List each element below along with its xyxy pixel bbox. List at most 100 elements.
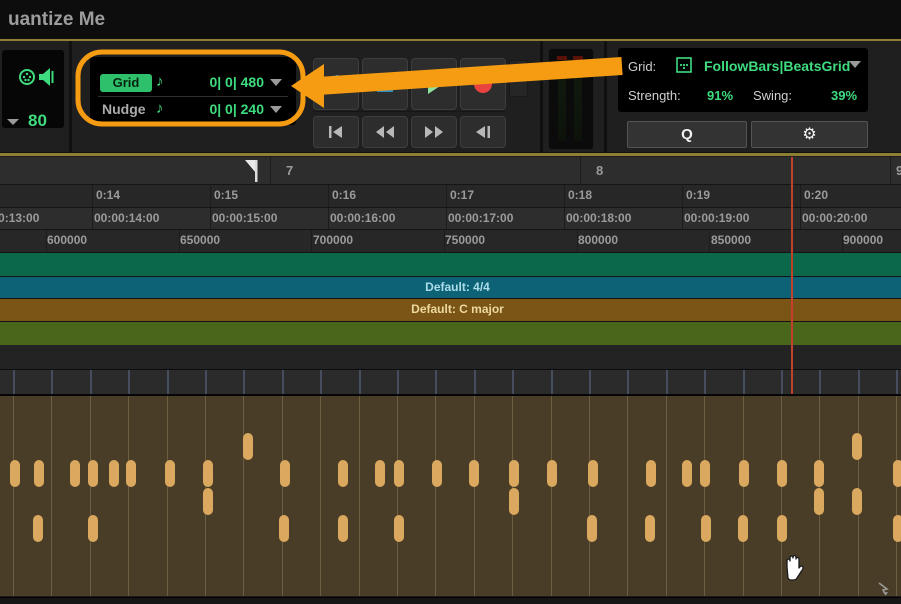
nudge-note-icon[interactable]: ♪	[156, 100, 164, 117]
ruler-tick	[92, 208, 93, 229]
quantize-button[interactable]: Q	[627, 121, 747, 148]
meter-lane-default-label: Default: 4/4	[0, 280, 901, 294]
midi-note[interactable]	[777, 460, 787, 487]
midi-note[interactable]	[34, 460, 44, 487]
ruler-tick	[564, 208, 565, 229]
midi-note[interactable]	[10, 460, 20, 487]
playhead-cursor[interactable]	[791, 157, 793, 394]
midi-note[interactable]	[588, 460, 598, 487]
midi-note[interactable]	[280, 460, 290, 487]
play-button[interactable]	[411, 58, 457, 110]
midi-note[interactable]	[587, 515, 597, 542]
song-start-marker-icon[interactable]	[244, 159, 260, 183]
minutes-seconds-ruler[interactable]: 0:140:150:160:170:180:190:20	[0, 185, 901, 208]
tempo-value[interactable]: 80	[28, 111, 47, 128]
midi-note[interactable]	[338, 515, 348, 542]
midi-note[interactable]	[852, 433, 862, 460]
midi-note[interactable]	[509, 460, 519, 487]
grid-mode-chip[interactable]: Grid	[100, 74, 152, 92]
go-to-end-button[interactable]	[460, 116, 506, 148]
beat-tick	[819, 370, 821, 394]
midi-note[interactable]	[126, 460, 136, 487]
record-icon	[474, 75, 492, 93]
midi-note[interactable]	[33, 515, 43, 542]
midi-note[interactable]	[70, 460, 80, 487]
timecode-ruler[interactable]: 00:00:13:0000:00:14:0000:00:15:0000:00:1…	[0, 208, 901, 230]
midi-note[interactable]	[814, 460, 824, 487]
settings-button[interactable]: ⚙	[751, 121, 868, 148]
midi-note[interactable]	[375, 460, 385, 487]
beats-grid-icon[interactable]	[676, 57, 692, 73]
beat-tick	[397, 370, 399, 394]
midi-piano-roll[interactable]	[0, 396, 901, 596]
key-lane[interactable]: Default: C major	[0, 299, 901, 322]
transport-aux-button-top[interactable]	[509, 60, 528, 77]
seconds-label: 0:19	[686, 188, 710, 202]
tempo-dropdown-arrow[interactable]	[7, 119, 19, 125]
fast-forward-button[interactable]	[411, 116, 457, 148]
midi-note[interactable]	[469, 460, 479, 487]
midi-note[interactable]	[88, 460, 98, 487]
speaker-icon[interactable]	[38, 67, 56, 87]
grid-value-dropdown-arrow[interactable]	[270, 79, 282, 86]
midi-note[interactable]	[893, 460, 901, 487]
midi-gridline	[474, 396, 475, 596]
rewind-button[interactable]	[362, 116, 408, 148]
swing-value[interactable]: 39%	[831, 88, 857, 103]
nudge-label[interactable]: Nudge	[102, 101, 146, 117]
midi-note[interactable]	[700, 460, 710, 487]
bottom-edge-bar	[0, 597, 901, 604]
nudge-value-dropdown-arrow[interactable]	[270, 106, 282, 113]
ruler-tick	[709, 230, 710, 252]
beat-tick	[743, 370, 745, 394]
midi-gridline	[743, 396, 744, 596]
midi-note[interactable]	[203, 488, 213, 515]
midi-note[interactable]	[432, 460, 442, 487]
midi-note[interactable]	[645, 515, 655, 542]
ruler-tick	[564, 185, 565, 207]
tempo-lane[interactable]	[0, 253, 901, 277]
stop-button[interactable]	[362, 58, 408, 110]
midi-note[interactable]	[394, 460, 404, 487]
midi-note[interactable]	[547, 460, 557, 487]
midi-note[interactable]	[852, 488, 862, 515]
nudge-value[interactable]: 0| 0| 240	[174, 101, 264, 117]
record-button[interactable]	[460, 58, 506, 110]
return-to-zero-button[interactable]	[313, 116, 359, 148]
midi-note[interactable]	[394, 515, 404, 542]
midi-note[interactable]	[165, 460, 175, 487]
beat-tick	[435, 370, 437, 394]
midi-note[interactable]	[701, 515, 711, 542]
grid-mode-value[interactable]: FollowBars|BeatsGrid	[704, 58, 850, 74]
midi-note[interactable]	[243, 433, 253, 460]
midi-note[interactable]	[893, 515, 901, 542]
samples-ruler[interactable]: 6000006500007000007500008000008500009000…	[0, 230, 901, 253]
midi-note[interactable]	[738, 515, 748, 542]
midi-note[interactable]	[646, 460, 656, 487]
midi-note[interactable]	[509, 488, 519, 515]
grid-value[interactable]: 0| 0| 480	[174, 74, 264, 90]
ruler-tick	[580, 157, 581, 184]
midi-note[interactable]	[338, 460, 348, 487]
loop-playback-button[interactable]	[313, 58, 359, 110]
metronome-click-icon[interactable]	[18, 68, 36, 86]
midi-note[interactable]	[109, 460, 119, 487]
midi-note[interactable]	[739, 460, 749, 487]
title-bar[interactable]: uantize Me	[0, 0, 901, 38]
samples-label: 800000	[578, 233, 618, 247]
strength-value[interactable]: 91%	[707, 88, 733, 103]
chords-lane[interactable]	[0, 322, 901, 346]
midi-note[interactable]	[814, 488, 824, 515]
midi-note[interactable]	[777, 515, 787, 542]
meter-lane[interactable]: Default: 4/4	[0, 277, 901, 299]
midi-note[interactable]	[88, 515, 98, 542]
beat-tick	[167, 370, 169, 394]
grid-note-icon[interactable]: ♪	[156, 73, 164, 90]
midi-note[interactable]	[279, 515, 289, 542]
midi-note[interactable]	[203, 460, 213, 487]
midi-note[interactable]	[682, 460, 692, 487]
transport-aux-button-bottom[interactable]	[509, 80, 528, 97]
bars-beats-ruler[interactable]: 789	[0, 157, 901, 185]
midi-gridline	[435, 396, 436, 596]
grid-mode-dropdown-arrow[interactable]	[849, 61, 861, 68]
